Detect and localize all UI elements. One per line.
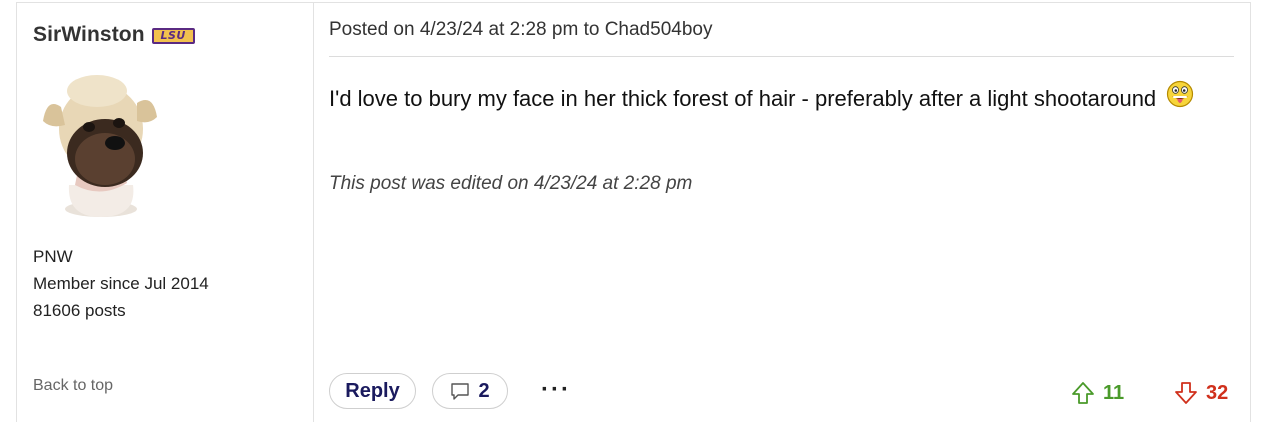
more-options-button[interactable]: ··· [536, 375, 576, 405]
user-location: PNW [33, 247, 73, 266]
reply-to-user-link[interactable]: Chad504boy [605, 19, 713, 40]
edited-note: This post was edited on 4/23/24 at 2:28 … [329, 173, 693, 194]
tongue-out-emoji-icon [1167, 80, 1194, 108]
team-badge: LSU [151, 28, 195, 44]
post-content: Posted on 4/23/24 at 2:28 pm to Chad504b… [329, 3, 1234, 422]
member-since: Member since Jul 2014 [33, 274, 209, 293]
speech-bubble-icon [451, 383, 470, 400]
avatar[interactable] [39, 67, 159, 219]
post-timestamp: Posted on 4/23/24 at 2:28 pm to [329, 19, 605, 40]
username[interactable]: SirWinston [33, 23, 145, 47]
downvote-count: 32 [1206, 381, 1229, 404]
back-to-top-link[interactable]: Back to top [33, 377, 113, 395]
username-row: SirWinston LSU [33, 23, 195, 47]
post-header: Posted on 4/23/24 at 2:28 pm to Chad504b… [329, 19, 1234, 57]
post-count: 81606 posts [33, 301, 126, 320]
reply-button[interactable]: Reply [329, 373, 416, 409]
user-sidebar: SirWinston LSU PNW Member since Jul 2014… [17, 3, 314, 422]
post-card: SirWinston LSU PNW Member since Jul 2014… [16, 2, 1251, 422]
arrow-down-icon [1175, 382, 1197, 404]
post-text: I'd love to bury my face in her thick fo… [329, 86, 1157, 111]
upvote-count: 11 [1103, 381, 1125, 404]
user-meta: PNW Member since Jul 2014 81606 posts [33, 243, 209, 324]
post-body: I'd love to bury my face in her thick fo… [329, 80, 1194, 112]
upvote-button[interactable]: 11 [1071, 381, 1124, 405]
arrow-up-icon [1072, 382, 1094, 404]
comment-count: 2 [478, 379, 490, 402]
comment-count-button[interactable]: 2 [432, 373, 508, 409]
downvote-button[interactable]: 32 [1174, 381, 1228, 405]
